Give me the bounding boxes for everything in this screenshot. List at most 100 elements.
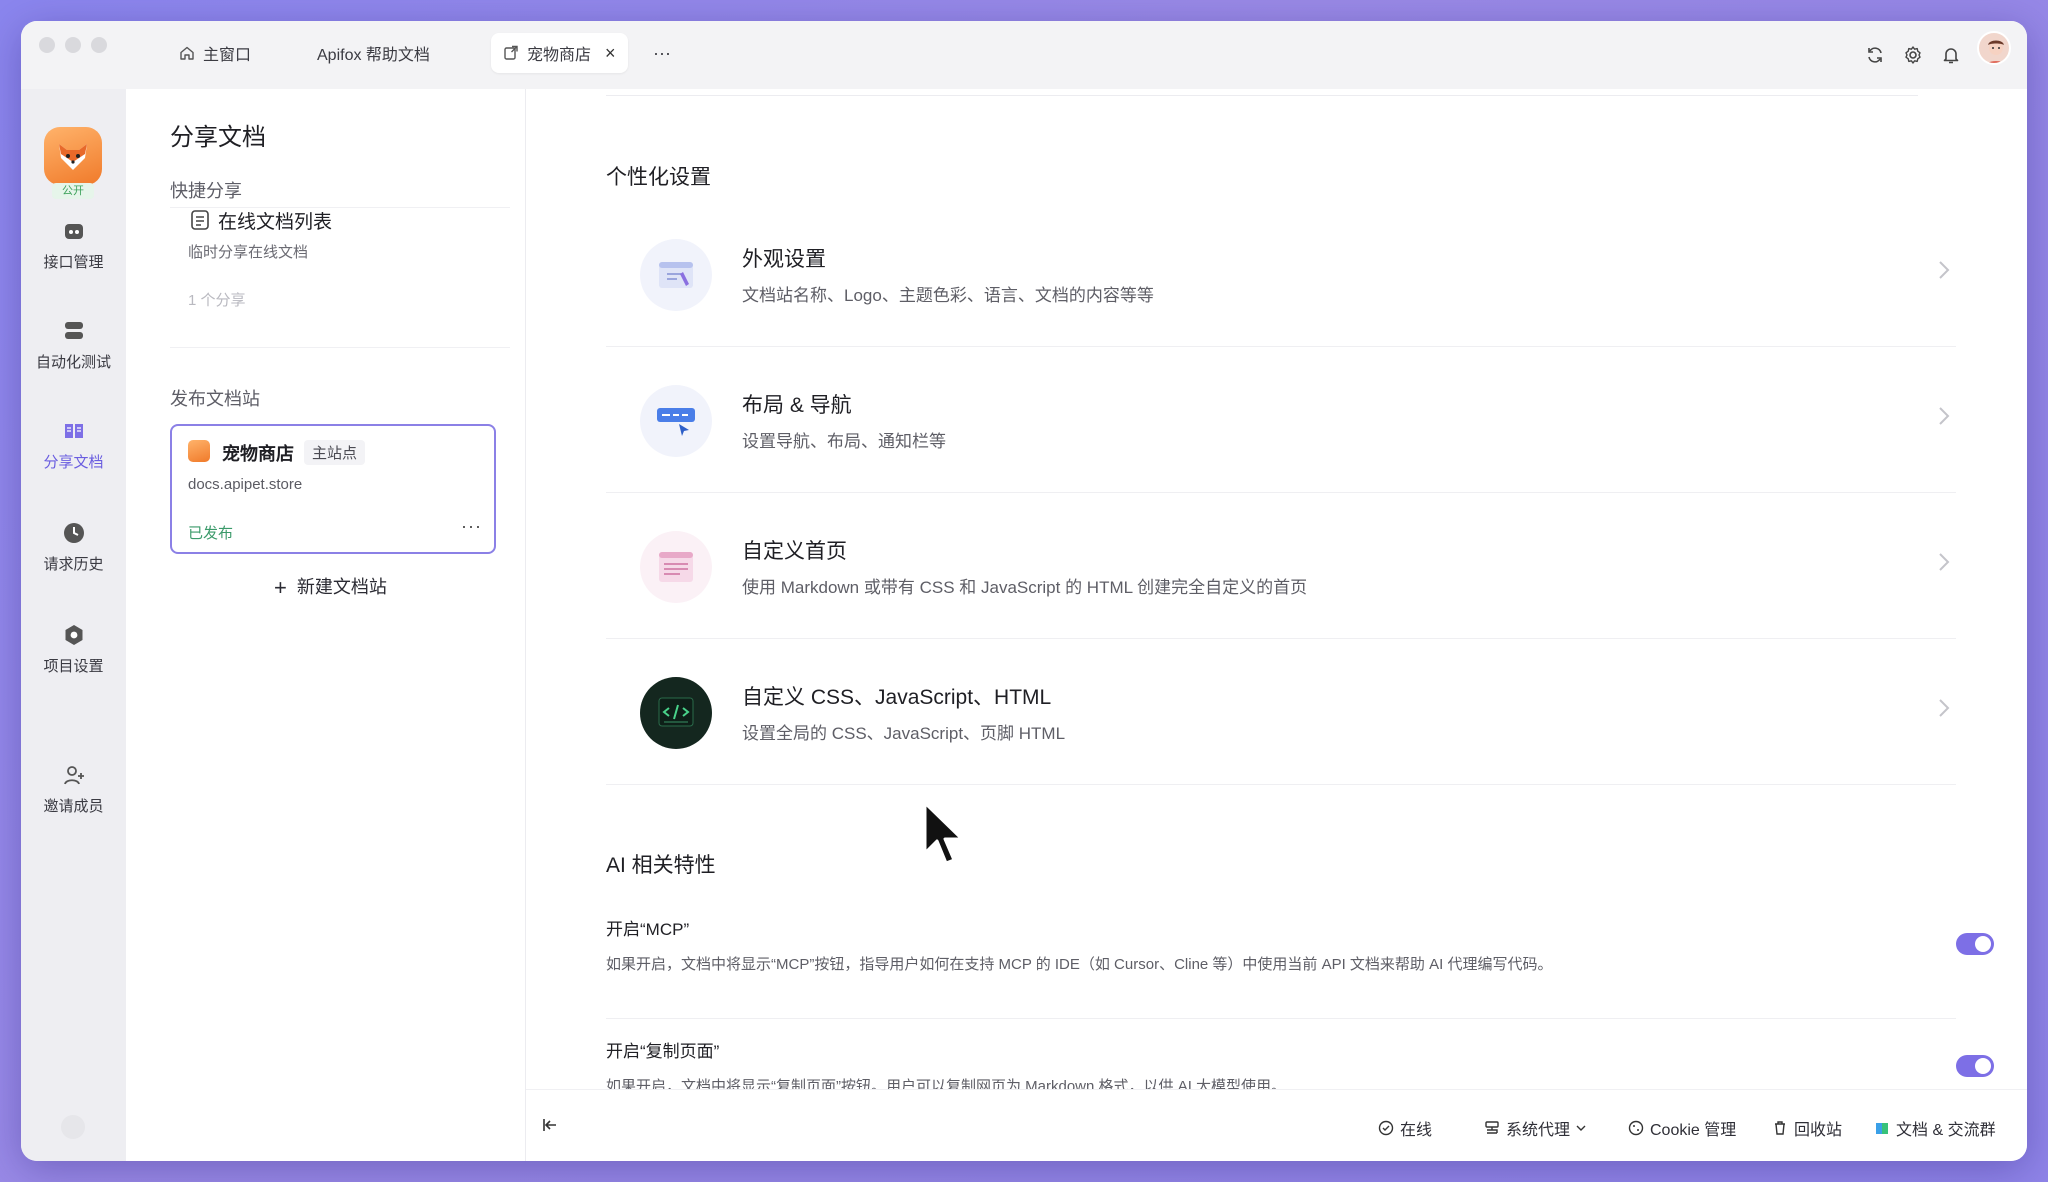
setting-row-custom-code[interactable]: 自定义 CSS、JavaScript、HTML 设置全局的 CSS、JavaSc…	[606, 639, 1956, 785]
setting-title: 自定义首页	[742, 540, 847, 563]
setting-title: 自定义 CSS、JavaScript、HTML	[742, 686, 1052, 709]
title-bar: 主窗口 Apifox 帮助文档 宠物商店 × ···	[21, 21, 2027, 89]
toggle-desc: 如果开启，文档中将显示“MCP”按钮，指导用户如何在支持 MCP 的 IDE（如…	[606, 956, 1553, 973]
publish-site-label: 发布文档站	[170, 389, 260, 409]
card-subtitle: 临时分享在线文档	[188, 244, 309, 261]
divider	[606, 95, 1918, 96]
card-title: 在线文档列表	[218, 212, 333, 233]
public-badge: 公开	[52, 183, 94, 199]
toggle-title: 开启“复制页面”	[606, 1042, 720, 1061]
proxy-icon	[1485, 1121, 1499, 1134]
docs-community-button[interactable]: 文档 & 交流群	[1874, 1116, 1996, 1140]
rail-item-api[interactable]: 接口管理	[21, 217, 126, 272]
site-name: 宠物商店	[222, 444, 294, 464]
cookie-label: Cookie 管理	[1650, 1122, 1737, 1139]
rail-label: 自动化测试	[35, 354, 111, 371]
bell-icon[interactable]	[1939, 43, 1963, 67]
online-doc-list-card[interactable]: 在线文档列表 临时分享在线文档 1 个分享	[170, 197, 490, 327]
trash-icon	[1775, 1121, 1785, 1135]
new-site-label: 新建文档站	[296, 577, 387, 597]
collapse-sidebar-icon[interactable]	[541, 1116, 565, 1134]
api-icon	[60, 217, 88, 245]
window-minimize-dot[interactable]	[65, 37, 81, 53]
chevron-right-icon	[1939, 553, 1950, 571]
status-bar: 在线 系统代理 Cookie 管理 回收站 文档 & 交流群	[526, 1089, 2027, 1161]
setting-desc: 设置导航、布局、通知栏等	[742, 432, 946, 451]
tab-main-window[interactable]: 主窗口	[167, 33, 263, 73]
tab-label: 宠物商店	[527, 47, 592, 64]
app-window: 主窗口 Apifox 帮助文档 宠物商店 × ··· 公开 接口管理 自动化测试…	[21, 21, 2027, 1161]
plus-icon: +	[274, 575, 287, 600]
tab-pet-store[interactable]: 宠物商店 ×	[491, 33, 628, 73]
docs-label: 文档 & 交流群	[1896, 1122, 1996, 1139]
mcp-toggle[interactable]	[1956, 933, 1994, 955]
tab-close-icon[interactable]: ×	[605, 43, 616, 64]
online-status[interactable]: 在线	[1378, 1116, 1432, 1140]
homepage-icon	[640, 531, 712, 603]
divider	[170, 347, 510, 348]
fox-logo-icon	[188, 440, 210, 462]
tab-label: Apifox 帮助文档	[317, 47, 430, 64]
main-site-tag: 主站点	[304, 440, 366, 465]
home-icon	[180, 46, 194, 60]
rail-item-share-docs[interactable]: 分享文档	[21, 417, 126, 472]
book-icon	[60, 417, 88, 445]
rail-label: 请求历史	[43, 556, 104, 573]
more-options-button[interactable]: ···	[461, 516, 482, 537]
window-close-dot[interactable]	[39, 37, 55, 53]
setting-row-layout-nav[interactable]: 布局 & 导航 设置导航、布局、通知栏等	[606, 347, 1956, 493]
refresh-icon[interactable]	[1863, 43, 1887, 67]
setting-row-appearance[interactable]: 外观设置 文档站名称、Logo、主题色彩、语言、文档的内容等等	[606, 201, 1956, 347]
docs-community-icon	[1876, 1123, 1888, 1134]
fox-logo-icon	[44, 127, 102, 185]
test-icon	[60, 317, 88, 345]
rail-item-test[interactable]: 自动化测试	[21, 317, 126, 372]
left-rail: 公开 接口管理 自动化测试 分享文档 请求历史 项目设置 邀请成员	[21, 89, 126, 1161]
share-docs-panel: 分享文档 快捷分享 在线文档列表 临时分享在线文档 1 个分享 发布文档站 宠物…	[126, 89, 526, 1161]
site-card-pet-store[interactable]: 宠物商店 主站点 docs.apipet.store 已发布 ···	[170, 424, 496, 554]
share-doc-icon	[504, 45, 518, 60]
proxy-label: 系统代理	[1506, 1122, 1571, 1139]
panel-title: 分享文档	[170, 124, 266, 151]
project-logo[interactable]: 公开	[41, 127, 105, 199]
rail-item-project-settings[interactable]: 项目设置	[21, 621, 126, 676]
rail-label: 邀请成员	[43, 798, 104, 815]
rail-item-invite[interactable]: 邀请成员	[21, 761, 126, 816]
cookie-manager-button[interactable]: Cookie 管理	[1628, 1116, 1736, 1140]
toggle-title: 开启“MCP”	[606, 920, 690, 939]
personalization-heading: 个性化设置	[606, 166, 711, 189]
divider	[170, 207, 510, 208]
rail-item-history[interactable]: 请求历史	[21, 519, 126, 574]
chevron-right-icon	[1939, 407, 1950, 425]
rail-label: 分享文档	[43, 454, 104, 471]
chevron-right-icon	[1939, 699, 1950, 717]
clock-icon	[60, 519, 88, 547]
setting-title: 外观设置	[742, 248, 826, 271]
setting-title: 布局 & 导航	[742, 394, 852, 417]
layout-icon	[640, 385, 712, 457]
tab-help-docs[interactable]: Apifox 帮助文档	[305, 33, 442, 73]
recycle-bin-button[interactable]: 回收站	[1772, 1116, 1842, 1140]
chevron-right-icon	[1939, 261, 1950, 279]
main-content: 个性化设置 外观设置 文档站名称、Logo、主题色彩、语言、文档的内容等等 布局…	[526, 89, 2027, 1095]
tab-overflow-button[interactable]: ···	[641, 33, 683, 73]
copy-page-toggle[interactable]	[1956, 1055, 1994, 1077]
window-zoom-dot[interactable]	[91, 37, 107, 53]
site-url: docs.apipet.store	[188, 476, 303, 493]
new-site-button[interactable]: + 新建文档站	[274, 573, 387, 601]
gear-icon[interactable]	[1901, 43, 1925, 67]
system-proxy-dropdown[interactable]: 系统代理	[1484, 1116, 1592, 1140]
tab-label: 主窗口	[203, 47, 252, 64]
invite-icon	[60, 761, 88, 789]
setting-desc: 使用 Markdown 或带有 CSS 和 JavaScript 的 HTML …	[742, 578, 1308, 597]
mouse-cursor-icon	[923, 801, 964, 865]
code-icon	[640, 677, 712, 749]
check-circle-icon	[1378, 1120, 1394, 1136]
setting-row-custom-homepage[interactable]: 自定义首页 使用 Markdown 或带有 CSS 和 JavaScript 的…	[606, 493, 1956, 639]
user-avatar[interactable]	[1977, 31, 2011, 65]
settings-icon	[60, 621, 88, 649]
chevron-down-icon	[1576, 1125, 1586, 1131]
theme-moon-icon[interactable]	[61, 1115, 85, 1139]
rail-label: 接口管理	[43, 254, 104, 271]
setting-desc: 设置全局的 CSS、JavaScript、页脚 HTML	[742, 724, 1066, 743]
